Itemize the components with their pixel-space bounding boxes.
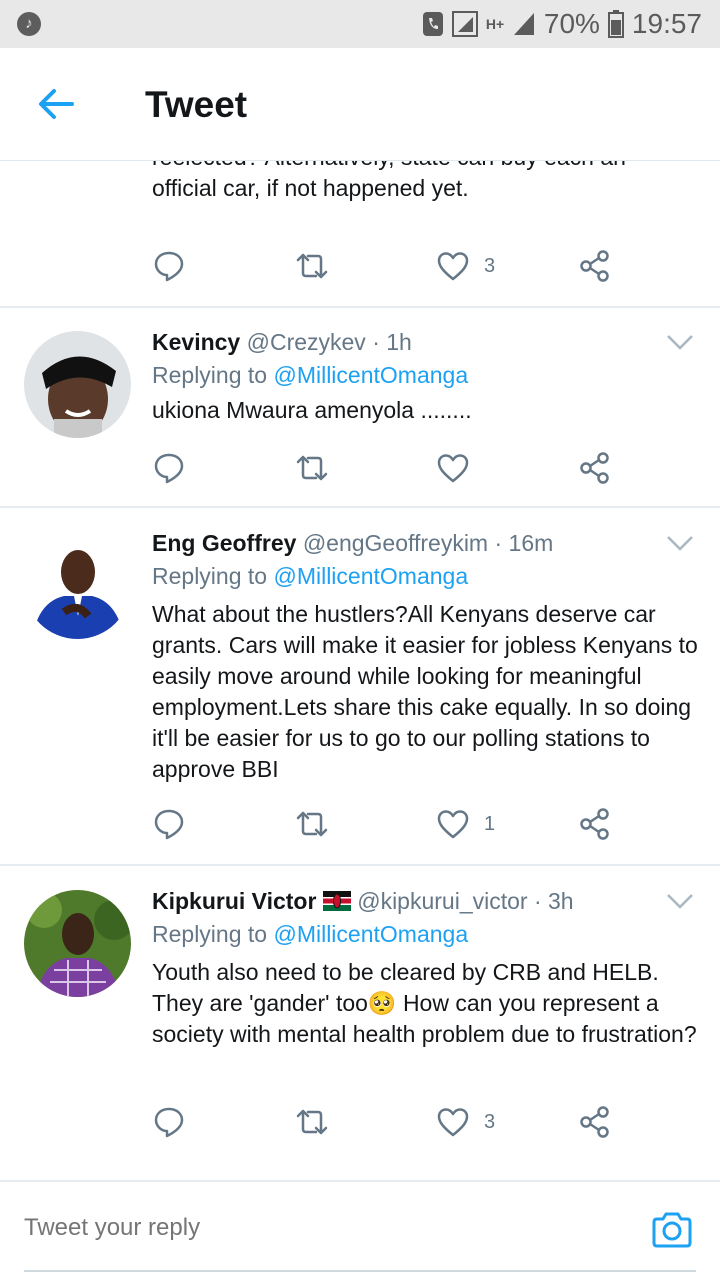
- tweet-actions: [152, 448, 632, 488]
- tweet-text-line: reelected? Alternatively, state can buy …: [152, 160, 704, 173]
- reply-icon: [154, 809, 184, 840]
- reply-button[interactable]: [152, 448, 186, 488]
- tweet-thread[interactable]: reelected? Alternatively, state can buy …: [0, 160, 720, 1160]
- separator: ·: [372, 329, 380, 355]
- mention-link[interactable]: @MillicentOmanga: [273, 362, 468, 388]
- tweet-text: ukiona Mwaura amenyola ........: [152, 397, 472, 423]
- retweet-button[interactable]: [294, 804, 330, 844]
- reply-tweet[interactable]: Kevincy @Crezykev · 1h Replying to @Mill…: [0, 307, 720, 508]
- camera-icon[interactable]: [650, 1210, 694, 1250]
- share-icon: [580, 250, 609, 282]
- tweet-meta: Eng Geoffrey @engGeoffreykim · 16m: [152, 530, 553, 557]
- mention-link[interactable]: @MillicentOmanga: [273, 921, 468, 947]
- share-icon: [580, 1106, 609, 1138]
- arrow-left-icon[interactable]: [36, 84, 76, 124]
- like-button[interactable]: 3: [436, 1102, 495, 1142]
- heart-icon: [437, 454, 469, 483]
- replying-prefix: Replying to: [152, 362, 268, 388]
- page-title: Tweet: [145, 84, 248, 125]
- signal-2-icon: [513, 13, 534, 35]
- tweet-actions: 3: [152, 1102, 632, 1142]
- reply-input[interactable]: [24, 1214, 584, 1242]
- kenya-flag-icon: [322, 891, 351, 911]
- user-handle[interactable]: @engGeoffreykim: [303, 530, 488, 556]
- music-notification-icon: ♪: [17, 12, 41, 36]
- chevron-down-icon[interactable]: [666, 534, 694, 552]
- tweet-actions: 3: [152, 246, 632, 286]
- like-count: 3: [484, 254, 496, 277]
- user-name[interactable]: Kevincy: [152, 329, 240, 355]
- signal-1-icon: [451, 11, 478, 37]
- tweet-text: What about the hustlers?All Kenyans dese…: [152, 601, 698, 782]
- separator: ·: [533, 888, 542, 914]
- chevron-down-icon[interactable]: [666, 892, 694, 910]
- reply-tweet[interactable]: Kipkurui Victor @kipkurui_victor · 3h Re…: [0, 866, 720, 1160]
- user-handle[interactable]: @Crezykev: [247, 329, 366, 355]
- heart-icon: [437, 1108, 469, 1137]
- tweet-text: reelected? Alternatively, state can buy …: [152, 160, 704, 204]
- tweet-actions: 1: [152, 804, 632, 844]
- reply-composer: [0, 1180, 720, 1282]
- user-name[interactable]: Kipkurui Victor: [152, 888, 316, 914]
- reply-tweet[interactable]: Eng Geoffrey @engGeoffreykim · 16m Reply…: [0, 508, 720, 866]
- reply-button[interactable]: [152, 1102, 186, 1142]
- like-button[interactable]: 1: [436, 804, 495, 844]
- share-button[interactable]: [578, 448, 612, 488]
- replying-to: Replying to @MillicentOmanga: [152, 362, 468, 389]
- app-header: Tweet: [0, 48, 720, 161]
- battery-icon: [607, 10, 624, 38]
- avatar[interactable]: [24, 890, 131, 997]
- call-icon: [422, 12, 443, 36]
- status-bar: ♪ H+ 70% 19:57: [0, 0, 720, 48]
- reply-icon: [154, 251, 184, 282]
- retweet-button[interactable]: [294, 246, 330, 286]
- reply-icon: [154, 1107, 184, 1138]
- like-count: 1: [484, 812, 496, 835]
- heart-icon: [437, 252, 469, 281]
- status-icons: H+ 70% 19:57: [422, 6, 702, 42]
- retweet-button[interactable]: [294, 448, 330, 488]
- heart-icon: [437, 810, 469, 839]
- network-type: H+: [485, 16, 505, 32]
- retweet-icon: [296, 253, 328, 279]
- tweet-time: 1h: [386, 329, 412, 355]
- user-name[interactable]: Eng Geoffrey: [152, 530, 296, 556]
- tweet-main[interactable]: reelected? Alternatively, state can buy …: [0, 160, 720, 308]
- replying-prefix: Replying to: [152, 921, 268, 947]
- share-button[interactable]: [578, 246, 612, 286]
- share-button[interactable]: [578, 804, 612, 844]
- avatar[interactable]: [24, 532, 131, 639]
- mention-link[interactable]: @MillicentOmanga: [273, 563, 468, 589]
- like-button[interactable]: [436, 448, 484, 488]
- retweet-icon: [296, 811, 328, 837]
- user-handle[interactable]: @kipkurui_victor: [357, 888, 527, 914]
- retweet-button[interactable]: [294, 1102, 330, 1142]
- tweet-text: Youth also need to be cleared by CRB and…: [152, 959, 697, 1047]
- retweet-icon: [296, 455, 328, 481]
- clock: 19:57: [631, 8, 702, 39]
- tweet-meta: Kipkurui Victor @kipkurui_victor · 3h: [152, 888, 574, 915]
- avatar[interactable]: [24, 331, 131, 438]
- battery-percent: 70%: [543, 8, 600, 39]
- replying-prefix: Replying to: [152, 563, 268, 589]
- retweet-icon: [296, 1109, 328, 1135]
- separator: ·: [494, 530, 503, 556]
- tweet-meta: Kevincy @Crezykev · 1h: [152, 329, 412, 356]
- reply-button[interactable]: [152, 246, 186, 286]
- share-icon: [580, 452, 609, 484]
- tweet-text-line: official car, if not happened yet.: [152, 175, 469, 201]
- replying-to: Replying to @MillicentOmanga: [152, 563, 468, 590]
- like-count: 3: [484, 1110, 496, 1133]
- share-icon: [580, 808, 609, 840]
- tweet-time: 16m: [508, 530, 554, 556]
- replying-to: Replying to @MillicentOmanga: [152, 921, 468, 948]
- reply-button[interactable]: [152, 804, 186, 844]
- input-underline: [24, 1270, 696, 1272]
- share-button[interactable]: [578, 1102, 612, 1142]
- chevron-down-icon[interactable]: [666, 333, 694, 351]
- like-button[interactable]: 3: [436, 246, 495, 286]
- reply-icon: [154, 453, 184, 484]
- tweet-time: 3h: [548, 888, 574, 914]
